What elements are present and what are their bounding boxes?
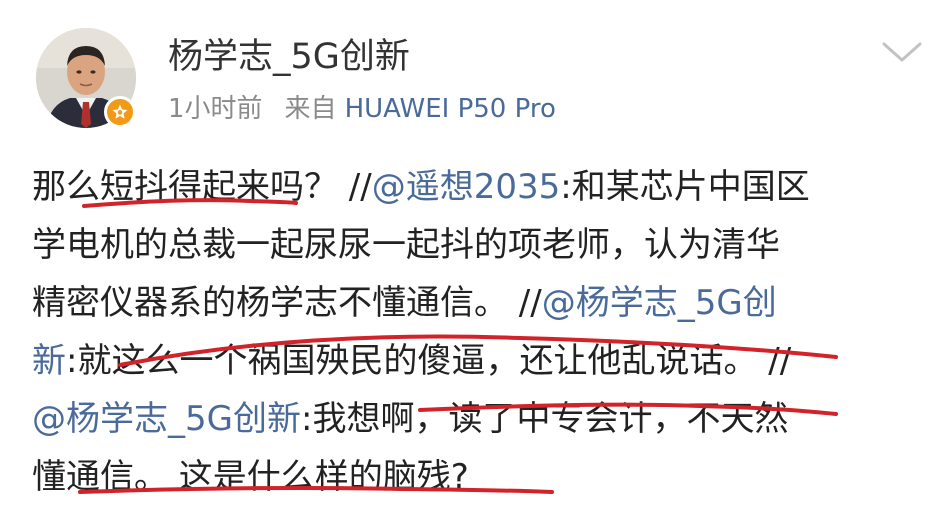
body-text-segment: 学电机的总裁一起尿尿一起抖的项老师，认为清华 — [32, 225, 780, 265]
chevron-down-icon[interactable] — [880, 38, 924, 66]
post-body-line: 懂通信。 这是什么样的脑残? — [32, 448, 912, 506]
post-body: 那么短抖得起来吗？ //@遥想2035:和某芯片中国区学电机的总裁一起尿尿一起抖… — [32, 158, 912, 506]
body-text-segment: :我想啊，读了中专会计，不天然 — [300, 399, 789, 439]
star-badge-icon — [112, 104, 128, 119]
mention-link[interactable]: @遥想2035 — [372, 167, 561, 207]
body-text-segment: 精密仪器系的杨学志不懂通信。 // — [32, 283, 542, 323]
body-text-segment: 懂通信。 这是什么样的脑残? — [32, 457, 469, 497]
mention-link[interactable]: 新 — [32, 341, 66, 381]
post-body-line: 精密仪器系的杨学志不懂通信。 //@杨学志_5G创 — [32, 274, 912, 332]
username[interactable]: 杨学志_5G创新 — [168, 36, 410, 78]
body-text-segment: :和某芯片中国区 — [560, 167, 810, 207]
post-body-line: 新:就这么一个祸国殃民的傻逼，还让他乱说话。 // — [32, 332, 912, 390]
body-text-segment: :就这么一个祸国殃民的傻逼，还让他乱说话。 // — [66, 341, 792, 381]
verified-badge — [104, 96, 136, 128]
post-body-line: 那么短抖得起来吗？ //@遥想2035:和某芯片中国区 — [32, 158, 912, 216]
post-meta: 1小时前 来自 HUAWEI P50 Pro — [168, 92, 556, 126]
mention-link[interactable]: @杨学志_5G创新 — [32, 399, 301, 439]
body-text-segment: 那么短抖得起来吗？ // — [32, 167, 372, 207]
device-name[interactable]: HUAWEI P50 Pro — [345, 94, 556, 124]
post-body-line: @杨学志_5G创新:我想啊，读了中专会计，不天然 — [32, 390, 912, 448]
weibo-post: 杨学志_5G创新 1小时前 来自 HUAWEI P50 Pro 那么短抖得起来吗？ … — [0, 0, 946, 505]
source-prefix: 来自 — [284, 94, 337, 124]
post-body-line: 学电机的总裁一起尿尿一起抖的项老师，认为清华 — [32, 216, 912, 274]
mention-link[interactable]: @杨学志_5G创 — [542, 283, 777, 323]
post-time: 1小时前 — [168, 94, 263, 124]
